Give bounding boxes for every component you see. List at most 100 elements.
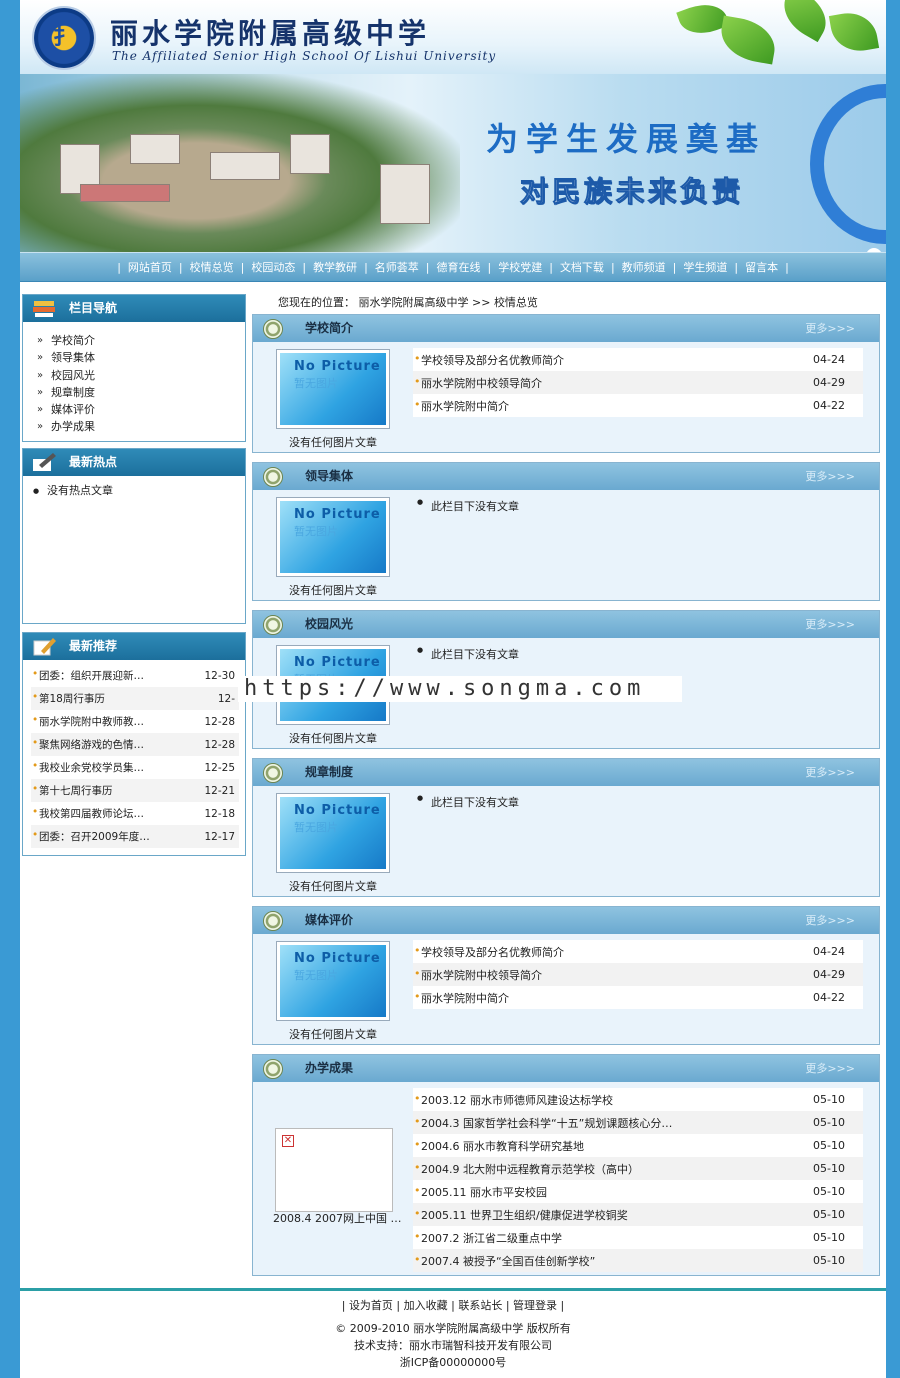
footer-link-favorite[interactable]: 加入收藏 bbox=[404, 1299, 448, 1312]
section-title[interactable]: 学校简介 bbox=[305, 321, 353, 335]
list-item[interactable]: 第十七周行事历 12-21 bbox=[31, 779, 239, 802]
article-title[interactable]: 2005.11 世界卫生组织/健康促进学校铜奖 bbox=[413, 1203, 803, 1226]
table-row[interactable]: 2007.4 被授予“全国百佳创新学校” 05-10 bbox=[413, 1249, 863, 1272]
nav-item-party[interactable]: 学校党建 bbox=[498, 259, 542, 275]
article-date: 05-10 bbox=[813, 1254, 845, 1267]
nav-item-guestbook[interactable]: 留言本 bbox=[745, 259, 778, 275]
nav-item-teaching[interactable]: 教学教研 bbox=[313, 259, 357, 275]
article-title[interactable]: 学校领导及部分名优教师简介 bbox=[413, 940, 803, 963]
nav-item-teacher-channel[interactable]: 教师频道 bbox=[622, 259, 666, 275]
section-rules: 规章制度 更多>>> No Picture 暂无图片 没有任何图片文章 此栏目下没… bbox=[252, 758, 880, 897]
recommend-header: 最新推荐 bbox=[23, 633, 245, 660]
list-item[interactable]: 我校业余党校学员集… 12-25 bbox=[31, 756, 239, 779]
more-link[interactable]: 更多>>> bbox=[805, 1055, 855, 1082]
list-item[interactable]: 丽水学院附中教师教… 12-28 bbox=[31, 710, 239, 733]
breadcrumb-home[interactable]: 丽水学院附属高级中学 bbox=[359, 296, 469, 309]
table-row[interactable]: 丽水学院附中简介 04-22 bbox=[413, 986, 863, 1009]
category-item[interactable]: 校园风光 bbox=[37, 367, 245, 385]
recommend-item-title[interactable]: 我校第四届教师论坛… bbox=[31, 802, 199, 825]
table-row[interactable]: 2003.12 丽水市师德师风建设达标学校 05-10 bbox=[413, 1088, 863, 1111]
no-picture-thumbnail[interactable]: No Picture 暂无图片 bbox=[277, 942, 389, 1020]
table-row[interactable]: 丽水学院附中简介 04-22 bbox=[413, 394, 863, 417]
recommend-item-title[interactable]: 丽水学院附中教师教… bbox=[31, 710, 199, 733]
nav-item-downloads[interactable]: 文档下载 bbox=[560, 259, 604, 275]
more-link[interactable]: 更多>>> bbox=[805, 907, 855, 934]
article-title[interactable]: 丽水学院附中简介 bbox=[413, 986, 803, 1009]
table-row[interactable]: 2005.11 丽水市平安校园 05-10 bbox=[413, 1180, 863, 1203]
article-title[interactable]: 2004.3 国家哲学社会科学“十五”规划课题核心分… bbox=[413, 1111, 803, 1134]
table-row[interactable]: 丽水学院附中校领导简介 04-29 bbox=[413, 371, 863, 394]
list-item[interactable]: 第18周行事历 12- bbox=[31, 687, 239, 710]
table-row[interactable]: 2004.9 北大附中远程教育示范学校（高中） 05-10 bbox=[413, 1157, 863, 1180]
list-item[interactable]: 团委：召开2009年度… 12-17 bbox=[31, 825, 239, 848]
article-title[interactable]: 丽水学院附中校领导简介 bbox=[413, 963, 803, 986]
footer-link-contact[interactable]: 联系站长 bbox=[458, 1299, 502, 1312]
thumb-line1: No Picture bbox=[294, 507, 381, 522]
nav-item-home[interactable]: 网站首页 bbox=[128, 259, 172, 275]
category-item[interactable]: 办学成果 bbox=[37, 418, 245, 436]
section-bullet-icon bbox=[263, 1059, 283, 1079]
category-item[interactable]: 学校简介 bbox=[37, 332, 245, 350]
recommend-item-title[interactable]: 我校业余党校学员集… bbox=[31, 756, 199, 779]
table-row[interactable]: 丽水学院附中校领导简介 04-29 bbox=[413, 963, 863, 986]
more-link[interactable]: 更多>>> bbox=[805, 759, 855, 786]
recommend-item-title[interactable]: 团委：召开2009年度… bbox=[31, 825, 199, 848]
recommend-item-title[interactable]: 第18周行事历 bbox=[31, 687, 199, 710]
table-row[interactable]: 学校领导及部分名优教师简介 04-24 bbox=[413, 940, 863, 963]
article-title[interactable]: 2004.9 北大附中远程教育示范学校（高中） bbox=[413, 1157, 803, 1180]
nav-item-student-channel[interactable]: 学生频道 bbox=[683, 259, 727, 275]
recommend-item-title[interactable]: 团委：组织开展迎新… bbox=[31, 664, 199, 687]
table-row[interactable]: 2004.3 国家哲学社会科学“十五”规划课题核心分… 05-10 bbox=[413, 1111, 863, 1134]
recommend-item-title[interactable]: 聚焦网络游戏的色情… bbox=[31, 733, 199, 756]
sidebar: 栏目导航 学校简介 领导集体 校园风光 规章制度 媒体评价 办学成果 最新热点 bbox=[22, 294, 246, 856]
no-picture-thumbnail[interactable]: No Picture 暂无图片 bbox=[277, 794, 389, 872]
article-date: 04-24 bbox=[813, 945, 845, 958]
table-row[interactable]: 2005.11 世界卫生组织/健康促进学校铜奖 05-10 bbox=[413, 1203, 863, 1226]
more-link[interactable]: 更多>>> bbox=[805, 611, 855, 638]
footer-icp[interactable]: 浙ICP备00000000号 bbox=[20, 1354, 886, 1371]
article-title[interactable]: 2004.6 丽水市教育科学研究基地 bbox=[413, 1134, 803, 1157]
article-title[interactable]: 2003.12 丽水市师德师风建设达标学校 bbox=[413, 1088, 803, 1111]
nav-item-news[interactable]: 校园动态 bbox=[251, 259, 295, 275]
nav-item-moral[interactable]: 德育在线 bbox=[437, 259, 481, 275]
section-header: 领导集体 更多>>> bbox=[253, 463, 879, 490]
more-link[interactable]: 更多>>> bbox=[805, 463, 855, 490]
category-item[interactable]: 媒体评价 bbox=[37, 401, 245, 419]
list-item[interactable]: 我校第四届教师论坛… 12-18 bbox=[31, 802, 239, 825]
article-title[interactable]: 丽水学院附中校领导简介 bbox=[413, 371, 803, 394]
footer-link-admin[interactable]: 管理登录 bbox=[513, 1299, 557, 1312]
article-title[interactable]: 2007.2 浙江省二级重点中学 bbox=[413, 1226, 803, 1249]
recommend-item-title[interactable]: 第十七周行事历 bbox=[31, 779, 199, 802]
recommend-item-date: 12-18 bbox=[204, 807, 235, 820]
broken-image[interactable]: ✕ bbox=[275, 1128, 393, 1212]
article-date: 04-24 bbox=[813, 353, 845, 366]
article-title[interactable]: 2005.11 丽水市平安校园 bbox=[413, 1180, 803, 1203]
footer-links: | 设为首页 | 加入收藏 | 联系站长 | 管理登录 | bbox=[341, 1299, 565, 1312]
no-picture-thumbnail[interactable]: No Picture 暂无图片 bbox=[277, 350, 389, 428]
article-title[interactable]: 学校领导及部分名优教师简介 bbox=[413, 348, 803, 371]
school-name-en: The Affiliated Senior High School Of Lis… bbox=[112, 49, 497, 63]
page: ⺘ 丽水学院附属高级中学 The Affiliated Senior High … bbox=[20, 0, 886, 1378]
section-title[interactable]: 规章制度 bbox=[305, 765, 353, 779]
section-title[interactable]: 办学成果 bbox=[305, 1061, 353, 1075]
category-item[interactable]: 规章制度 bbox=[37, 384, 245, 402]
nav-item-teachers[interactable]: 名师荟萃 bbox=[375, 259, 419, 275]
table-row[interactable]: 2007.2 浙江省二级重点中学 05-10 bbox=[413, 1226, 863, 1249]
section-title[interactable]: 领导集体 bbox=[305, 469, 353, 483]
recommend-item-date: 12- bbox=[217, 692, 235, 705]
section-title[interactable]: 媒体评价 bbox=[305, 913, 353, 927]
thumb-caption[interactable]: 2008.4 2007网上中国 … bbox=[273, 1210, 401, 1226]
no-picture-thumbnail[interactable]: No Picture 暂无图片 bbox=[277, 498, 389, 576]
article-title[interactable]: 丽水学院附中简介 bbox=[413, 394, 803, 417]
category-item[interactable]: 领导集体 bbox=[37, 349, 245, 367]
list-item[interactable]: 聚焦网络游戏的色情… 12-28 bbox=[31, 733, 239, 756]
nav-item-overview[interactable]: 校情总览 bbox=[190, 259, 234, 275]
section-title[interactable]: 校园风光 bbox=[305, 617, 353, 631]
footer-link-sethome[interactable]: 设为首页 bbox=[349, 1299, 393, 1312]
recommend-item-date: 12-21 bbox=[204, 784, 235, 797]
article-title[interactable]: 2007.4 被授予“全国百佳创新学校” bbox=[413, 1249, 803, 1272]
table-row[interactable]: 学校领导及部分名优教师简介 04-24 bbox=[413, 348, 863, 371]
table-row[interactable]: 2004.6 丽水市教育科学研究基地 05-10 bbox=[413, 1134, 863, 1157]
more-link[interactable]: 更多>>> bbox=[805, 315, 855, 342]
list-item[interactable]: 团委：组织开展迎新… 12-30 bbox=[31, 664, 239, 687]
